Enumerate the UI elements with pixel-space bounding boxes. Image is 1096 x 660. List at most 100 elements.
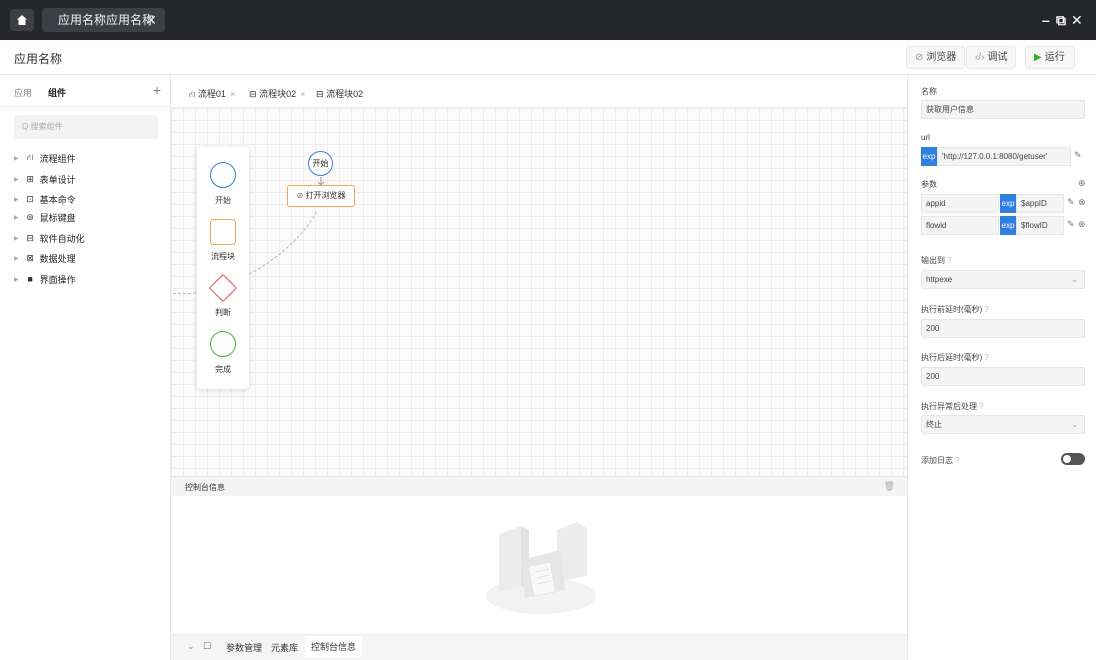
ui-icon: ■ xyxy=(27,274,33,284)
bottom-tab-bar: ⌄ ☐ 参数管理 元素库 控制台信息 xyxy=(171,634,907,660)
help-icon[interactable]: ? xyxy=(979,402,983,411)
tab-flowblock02[interactable]: ⊟ 流程块02 × xyxy=(249,87,305,100)
sidebar-item-label: 界面操作 xyxy=(39,274,76,285)
param-exp-tag[interactable]: exp xyxy=(1000,216,1016,235)
app-tab-label: 应用名称应用名称 xyxy=(58,13,155,27)
edit-icon[interactable]: ✎ xyxy=(1067,197,1075,208)
properties-panel: 名称 获取用户信息 url exp 'http://127.0.0.1:8080… xyxy=(907,75,1096,660)
sidebar-item-ui[interactable]: ▶ ■ 界面操作 xyxy=(14,272,76,286)
delete-icon[interactable]: ⊗ xyxy=(1078,197,1086,208)
help-icon[interactable]: ? xyxy=(955,456,959,465)
close-window-icon[interactable]: ✕ xyxy=(1071,12,1083,29)
open-browser-label: 打开浏览器 xyxy=(305,191,346,200)
decision-node-tool[interactable] xyxy=(208,273,238,303)
add-icon[interactable]: + xyxy=(153,82,161,98)
block-icon: ⊟ xyxy=(249,89,257,99)
sidebar-item-data[interactable]: ▶ ⊠ 数据处理 xyxy=(14,251,76,265)
title-bar: 应用名称应用名称 ✕ – ⧉ ✕ xyxy=(0,0,1096,40)
sidebar-item-label: 表单设计 xyxy=(39,174,76,185)
start-node-tool[interactable] xyxy=(210,162,236,188)
error-label-text: 执行异常后处理 xyxy=(921,402,977,411)
sidebar-item-mouse-keyboard[interactable]: ▶ ⊚ 鼠标键盘 xyxy=(14,210,76,224)
param-key-input[interactable]: appid xyxy=(921,194,999,213)
browser-icon: ⊘ xyxy=(296,191,304,200)
help-icon[interactable]: ? xyxy=(984,353,988,362)
trash-icon[interactable]: 🗑 xyxy=(884,481,895,492)
code-icon: ‹/› xyxy=(975,52,985,63)
tab-param-manage[interactable]: 参数管理 xyxy=(226,641,262,654)
home-button[interactable] xyxy=(10,9,34,31)
sidebar-item-command[interactable]: ▶ ⊡ 基本命令 xyxy=(14,192,76,206)
tab-console-info[interactable]: 控制台信息 xyxy=(305,636,363,657)
debug-button[interactable]: ‹/› 调试 xyxy=(966,46,1017,69)
compass-icon: ⊘ xyxy=(915,52,924,63)
tab-flow01[interactable]: ⛙ 流程01 × xyxy=(189,87,235,101)
param-key-input[interactable]: flowid xyxy=(921,216,999,235)
end-node-tool[interactable] xyxy=(210,331,236,357)
flow-icon: ⛙ xyxy=(26,152,34,162)
minimize-icon[interactable]: – xyxy=(1042,12,1050,28)
sidebar-item-flow[interactable]: ▶ ⛙ 流程组件 xyxy=(14,151,76,165)
open-browser-node[interactable]: ⊘ 打开浏览器 xyxy=(287,185,355,207)
app-header: 应用名称 ⊘ 浏览器 ‹/› 调试 ▶ 运行 xyxy=(0,40,1096,75)
name-input[interactable]: 获取用户信息 xyxy=(921,100,1085,119)
palette-label-end: 完成 xyxy=(215,365,231,374)
search-input[interactable]: Q 搜索组件 xyxy=(14,115,158,139)
browser-button[interactable]: ⊘ 浏览器 xyxy=(906,46,966,69)
tab-element-library[interactable]: 元素库 xyxy=(271,641,298,654)
close-tab-icon[interactable]: ✕ xyxy=(145,8,157,32)
url-label: url xyxy=(921,133,930,142)
collapse-icon[interactable]: ⌄ xyxy=(187,641,195,652)
window-icon[interactable]: ☐ xyxy=(203,641,211,652)
tab-label: 流程块02 xyxy=(259,89,297,99)
drag-connector xyxy=(171,177,325,295)
start-node[interactable]: 开始 xyxy=(308,151,333,176)
palette-label-decision: 判断 xyxy=(215,308,231,317)
output-select-value: httpexe xyxy=(926,275,953,284)
restore-icon[interactable]: ⧉ xyxy=(1056,12,1066,29)
params-label: 参数 xyxy=(921,180,937,189)
param-value-input[interactable]: $flowID xyxy=(1016,216,1064,235)
sidebar-item-label: 基本命令 xyxy=(39,194,76,205)
log-toggle[interactable] xyxy=(1061,453,1085,465)
close-icon[interactable]: × xyxy=(230,89,235,99)
error-select-value: 终止 xyxy=(926,420,942,429)
sidebar-item-automation[interactable]: ▶ ⊟ 软件自动化 xyxy=(14,231,85,245)
tab-label: 流程块02 xyxy=(326,89,364,99)
delete-icon[interactable]: ⊗ xyxy=(1078,219,1086,230)
help-icon[interactable]: ? xyxy=(947,256,951,265)
chevron-down-icon: ⌄ xyxy=(1071,420,1078,429)
tab-label: 流程01 xyxy=(197,89,226,99)
post-delay-label: 执行后延时(毫秒)? xyxy=(921,352,989,363)
url-exp-tag[interactable]: exp xyxy=(921,147,937,166)
help-icon[interactable]: ? xyxy=(984,305,988,314)
param-value-input[interactable]: $appID xyxy=(1016,194,1064,213)
close-icon[interactable]: × xyxy=(300,89,305,99)
run-button[interactable]: ▶ 运行 xyxy=(1025,46,1075,69)
tab-app[interactable]: 应用 xyxy=(14,86,32,99)
output-select[interactable]: httpexe ⌄ xyxy=(921,270,1085,289)
data-icon: ⊠ xyxy=(26,252,34,263)
flowblock-node-tool[interactable] xyxy=(210,219,236,245)
empty-state-illustration xyxy=(486,522,596,614)
url-input[interactable]: 'http://127.0.0.1:8080/getuser' xyxy=(937,147,1071,166)
flow-canvas[interactable]: 开始 流程块 判断 完成 开始 ⊘ 打开浏览器 xyxy=(171,108,907,476)
tab-component[interactable]: 组件 xyxy=(48,86,66,99)
param-exp-tag[interactable]: exp xyxy=(1000,194,1016,213)
sidebar-item-form[interactable]: ▶ ⊞ 表单设计 xyxy=(14,172,76,186)
error-handling-select[interactable]: 终止 ⌄ xyxy=(921,415,1085,434)
console-header: 控制台信息 🗑 xyxy=(171,476,907,496)
expand-arrow-icon: ▶ xyxy=(14,196,19,203)
tab-flowblock02-b[interactable]: ⊟ 流程块02 xyxy=(316,87,363,100)
output-label: 输出到? xyxy=(921,255,951,266)
pre-delay-input[interactable]: 200 xyxy=(921,319,1085,338)
app-tab[interactable]: 应用名称应用名称 ✕ xyxy=(42,8,165,32)
output-label-text: 输出到 xyxy=(921,256,945,265)
expand-arrow-icon: ▶ xyxy=(14,235,19,242)
edit-icon[interactable]: ✎ xyxy=(1067,219,1075,230)
edit-icon[interactable]: ✎ xyxy=(1074,150,1082,161)
add-param-icon[interactable]: ⊕ xyxy=(1078,178,1086,189)
table-icon: ⊞ xyxy=(26,173,34,184)
expand-arrow-icon: ▶ xyxy=(14,155,19,162)
post-delay-input[interactable]: 200 xyxy=(921,367,1085,386)
